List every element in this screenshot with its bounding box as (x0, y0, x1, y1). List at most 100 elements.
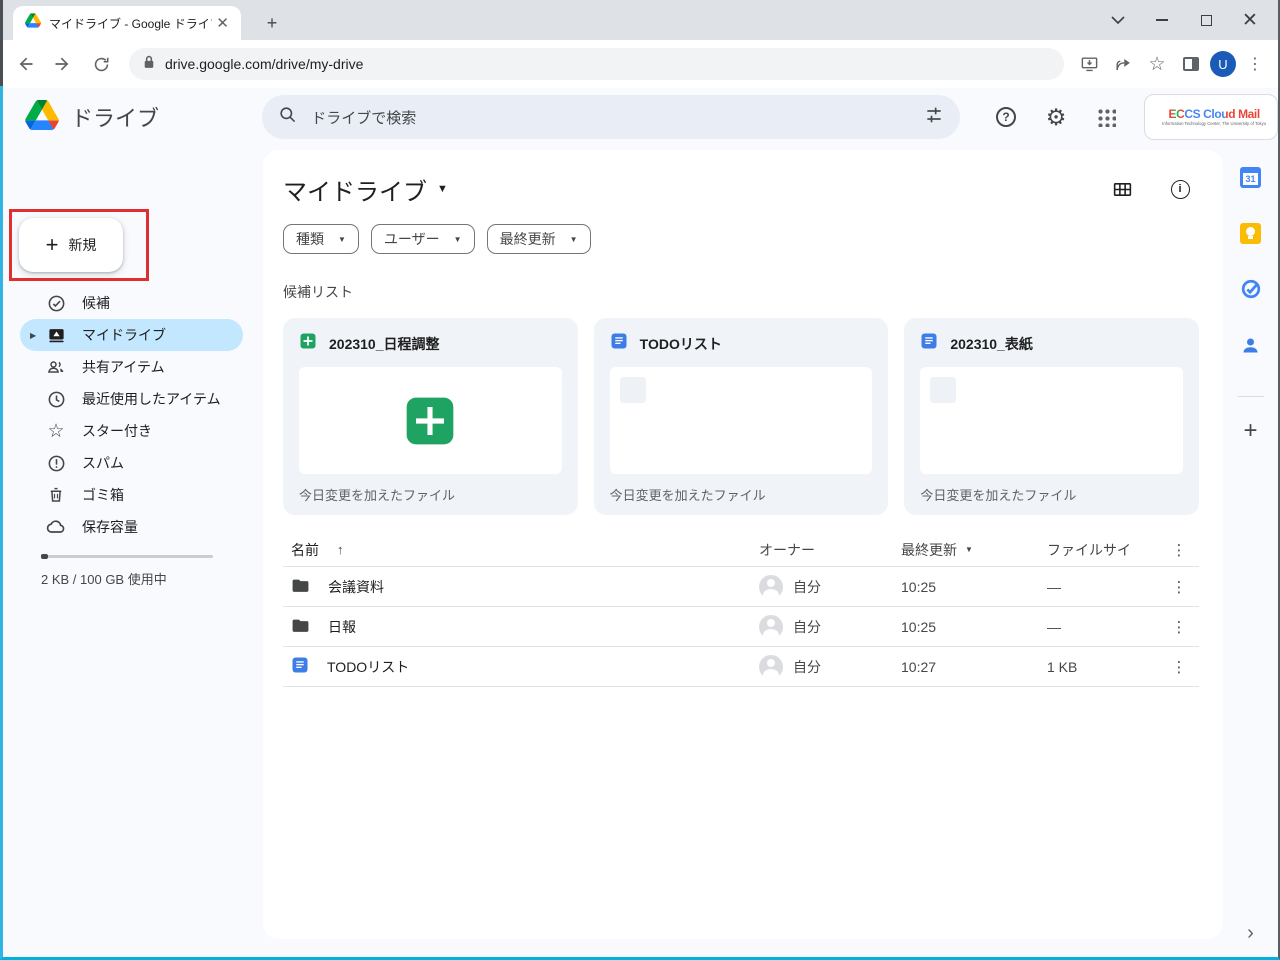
sidebar-item-shared[interactable]: 共有アイテム (20, 351, 243, 383)
search-options-icon[interactable] (924, 105, 944, 130)
forward-icon[interactable] (47, 48, 79, 80)
bookmark-star-icon[interactable]: ☆ (1142, 49, 1172, 79)
tasks-icon[interactable] (1240, 278, 1262, 300)
sheets-large-icon (402, 393, 458, 449)
star-icon: ☆ (46, 421, 66, 441)
eccs-logo: ECCS Cloud Mail Information Technology C… (1153, 107, 1275, 127)
search-icon[interactable] (278, 105, 297, 129)
filter-chip-modified[interactable]: 最終更新 ▼ (487, 224, 591, 254)
help-icon[interactable]: ? (986, 97, 1026, 137)
tab-title: マイドライブ - Google ドライブ (49, 15, 212, 32)
browser-profile-avatar[interactable]: U (1210, 51, 1236, 77)
back-icon[interactable] (9, 48, 41, 80)
window-maximize-button[interactable] (1184, 0, 1228, 40)
sort-descending-icon: ▼ (965, 545, 973, 554)
sidebar-item-storage[interactable]: 保存容量 (20, 511, 243, 543)
my-drive-icon (46, 325, 66, 345)
window-close-button[interactable]: ✕ (1228, 0, 1272, 40)
tab-close-icon[interactable]: ✕ (212, 14, 233, 32)
browser-menu-icon[interactable]: ⋮ (1240, 49, 1270, 79)
chevron-down-icon: ▼ (570, 235, 578, 244)
suggested-card[interactable]: 202310_日程調整 今日変更を加えたファイル (283, 318, 578, 515)
google-apps-icon[interactable] (1086, 97, 1126, 137)
share-icon[interactable] (1108, 49, 1138, 79)
cloud-icon (46, 517, 66, 537)
browser-toolbar: drive.google.com/drive/my-drive ☆ U ⋮ (3, 40, 1278, 88)
drive-header: ドライブ ドライブで検索 ? ⚙ ECCS Cloud Mail Informa… (3, 88, 1278, 146)
expand-arrow-icon[interactable]: ▶ (30, 331, 40, 340)
table-row[interactable]: TODOリスト 自分 10:27 1 KB ⋮ (283, 647, 1199, 687)
browser-titlebar: マイドライブ - Google ドライブ ✕ + ✕ (3, 0, 1278, 40)
column-header-name[interactable]: 名前 ↑ (283, 540, 759, 560)
table-options-icon[interactable]: ⋮ (1159, 541, 1199, 559)
settings-gear-icon[interactable]: ⚙ (1036, 97, 1076, 137)
filter-chips: 種類 ▼ ユーザー ▼ 最終更新 ▼ (283, 224, 1199, 254)
docs-file-icon (291, 656, 309, 677)
get-addons-plus-icon[interactable]: + (1243, 417, 1257, 445)
browser-tab[interactable]: マイドライブ - Google ドライブ ✕ (13, 6, 241, 40)
sidebar-item-suggested[interactable]: 候補 (20, 287, 243, 319)
file-thumbnail (299, 367, 562, 474)
search-placeholder: ドライブで検索 (311, 107, 924, 128)
drive-brand[interactable]: ドライブ (3, 100, 262, 135)
window-minimize-button[interactable] (1140, 0, 1184, 40)
main-panel: マイドライブ ▼ i 種類 ▼ ユーザー ▼ 最終更新 ▼ (263, 150, 1223, 939)
filter-chip-people[interactable]: ユーザー ▼ (371, 224, 475, 254)
chevron-down-icon: ▼ (338, 235, 346, 244)
account-pill[interactable]: ECCS Cloud Mail Information Technology C… (1144, 94, 1278, 140)
info-icon[interactable]: i (1163, 172, 1197, 206)
side-panel-icon[interactable] (1176, 49, 1206, 79)
reload-icon[interactable] (85, 48, 117, 80)
contacts-icon[interactable] (1240, 334, 1262, 356)
title-dropdown-caret-icon[interactable]: ▼ (437, 183, 448, 195)
drive-app: ドライブ ドライブで検索 ? ⚙ ECCS Cloud Mail Informa… (3, 88, 1278, 957)
drive-sidebar: + 新規 候補 ▶ マイドライブ 共有アイテム (3, 146, 263, 957)
sidebar-item-recent[interactable]: 最近使用したアイテム (20, 383, 243, 415)
suggested-card[interactable]: TODOリスト 今日変更を加えたファイル (594, 318, 889, 515)
sidebar-item-spam[interactable]: スパム (20, 447, 243, 479)
table-row[interactable]: 会議資料 自分 10:25 — ⋮ (283, 567, 1199, 607)
docs-file-icon (610, 332, 628, 355)
new-button[interactable]: + 新規 (19, 218, 123, 272)
sidebar-item-my-drive[interactable]: ▶ マイドライブ (20, 319, 243, 351)
sidebar-item-trash[interactable]: ゴミ箱 (20, 479, 243, 511)
new-tab-button[interactable]: + (259, 10, 285, 36)
lock-icon[interactable] (143, 55, 155, 74)
page-title[interactable]: マイドライブ (283, 172, 427, 207)
search-bar[interactable]: ドライブで検索 (262, 95, 960, 139)
row-menu-icon[interactable]: ⋮ (1159, 578, 1199, 596)
suggested-cards: 202310_日程調整 今日変更を加えたファイル TODOリスト 今日変更を加え… (283, 318, 1199, 515)
keep-icon[interactable] (1240, 222, 1262, 244)
url-text: drive.google.com/drive/my-drive (165, 56, 363, 72)
drive-logo-icon (25, 100, 59, 135)
file-table: 名前 ↑ オーナー 最終更新 ▼ ファイルサイ ⋮ 会議資料 (283, 533, 1199, 687)
calendar-icon[interactable]: 31 (1240, 166, 1262, 188)
storage-usage-text: 2 KB / 100 GB 使用中 (41, 569, 167, 588)
sidebar-item-starred[interactable]: ☆ スター付き (20, 415, 243, 447)
row-menu-icon[interactable]: ⋮ (1159, 658, 1199, 676)
install-icon[interactable] (1074, 49, 1104, 79)
address-bar[interactable]: drive.google.com/drive/my-drive (129, 48, 1064, 80)
plus-icon: + (46, 234, 59, 256)
column-header-modified[interactable]: 最終更新 ▼ (901, 540, 1047, 560)
suggested-heading: 候補リスト (283, 282, 1199, 302)
file-thumbnail (610, 367, 873, 474)
column-header-owner[interactable]: オーナー (759, 540, 901, 560)
table-row[interactable]: 日報 自分 10:25 — ⋮ (283, 607, 1199, 647)
trash-icon (46, 485, 66, 505)
folder-icon (291, 576, 310, 598)
tab-search-chevron-icon[interactable] (1096, 0, 1140, 40)
show-side-panel-chevron-icon[interactable]: › (1247, 922, 1254, 945)
chevron-down-icon: ▼ (454, 235, 462, 244)
rail-divider (1238, 396, 1264, 397)
folder-icon (291, 616, 310, 638)
clock-icon (46, 389, 66, 409)
grid-view-icon[interactable] (1105, 172, 1139, 206)
row-menu-icon[interactable]: ⋮ (1159, 618, 1199, 636)
filter-chip-type[interactable]: 種類 ▼ (283, 224, 359, 254)
suggested-card[interactable]: 202310_表紙 今日変更を加えたファイル (904, 318, 1199, 515)
sort-ascending-icon: ↑ (337, 542, 344, 557)
app-name: ドライブ (71, 101, 159, 133)
browser-window: マイドライブ - Google ドライブ ✕ + ✕ drive.google.… (0, 0, 1280, 960)
column-header-size[interactable]: ファイルサイ (1047, 540, 1159, 560)
